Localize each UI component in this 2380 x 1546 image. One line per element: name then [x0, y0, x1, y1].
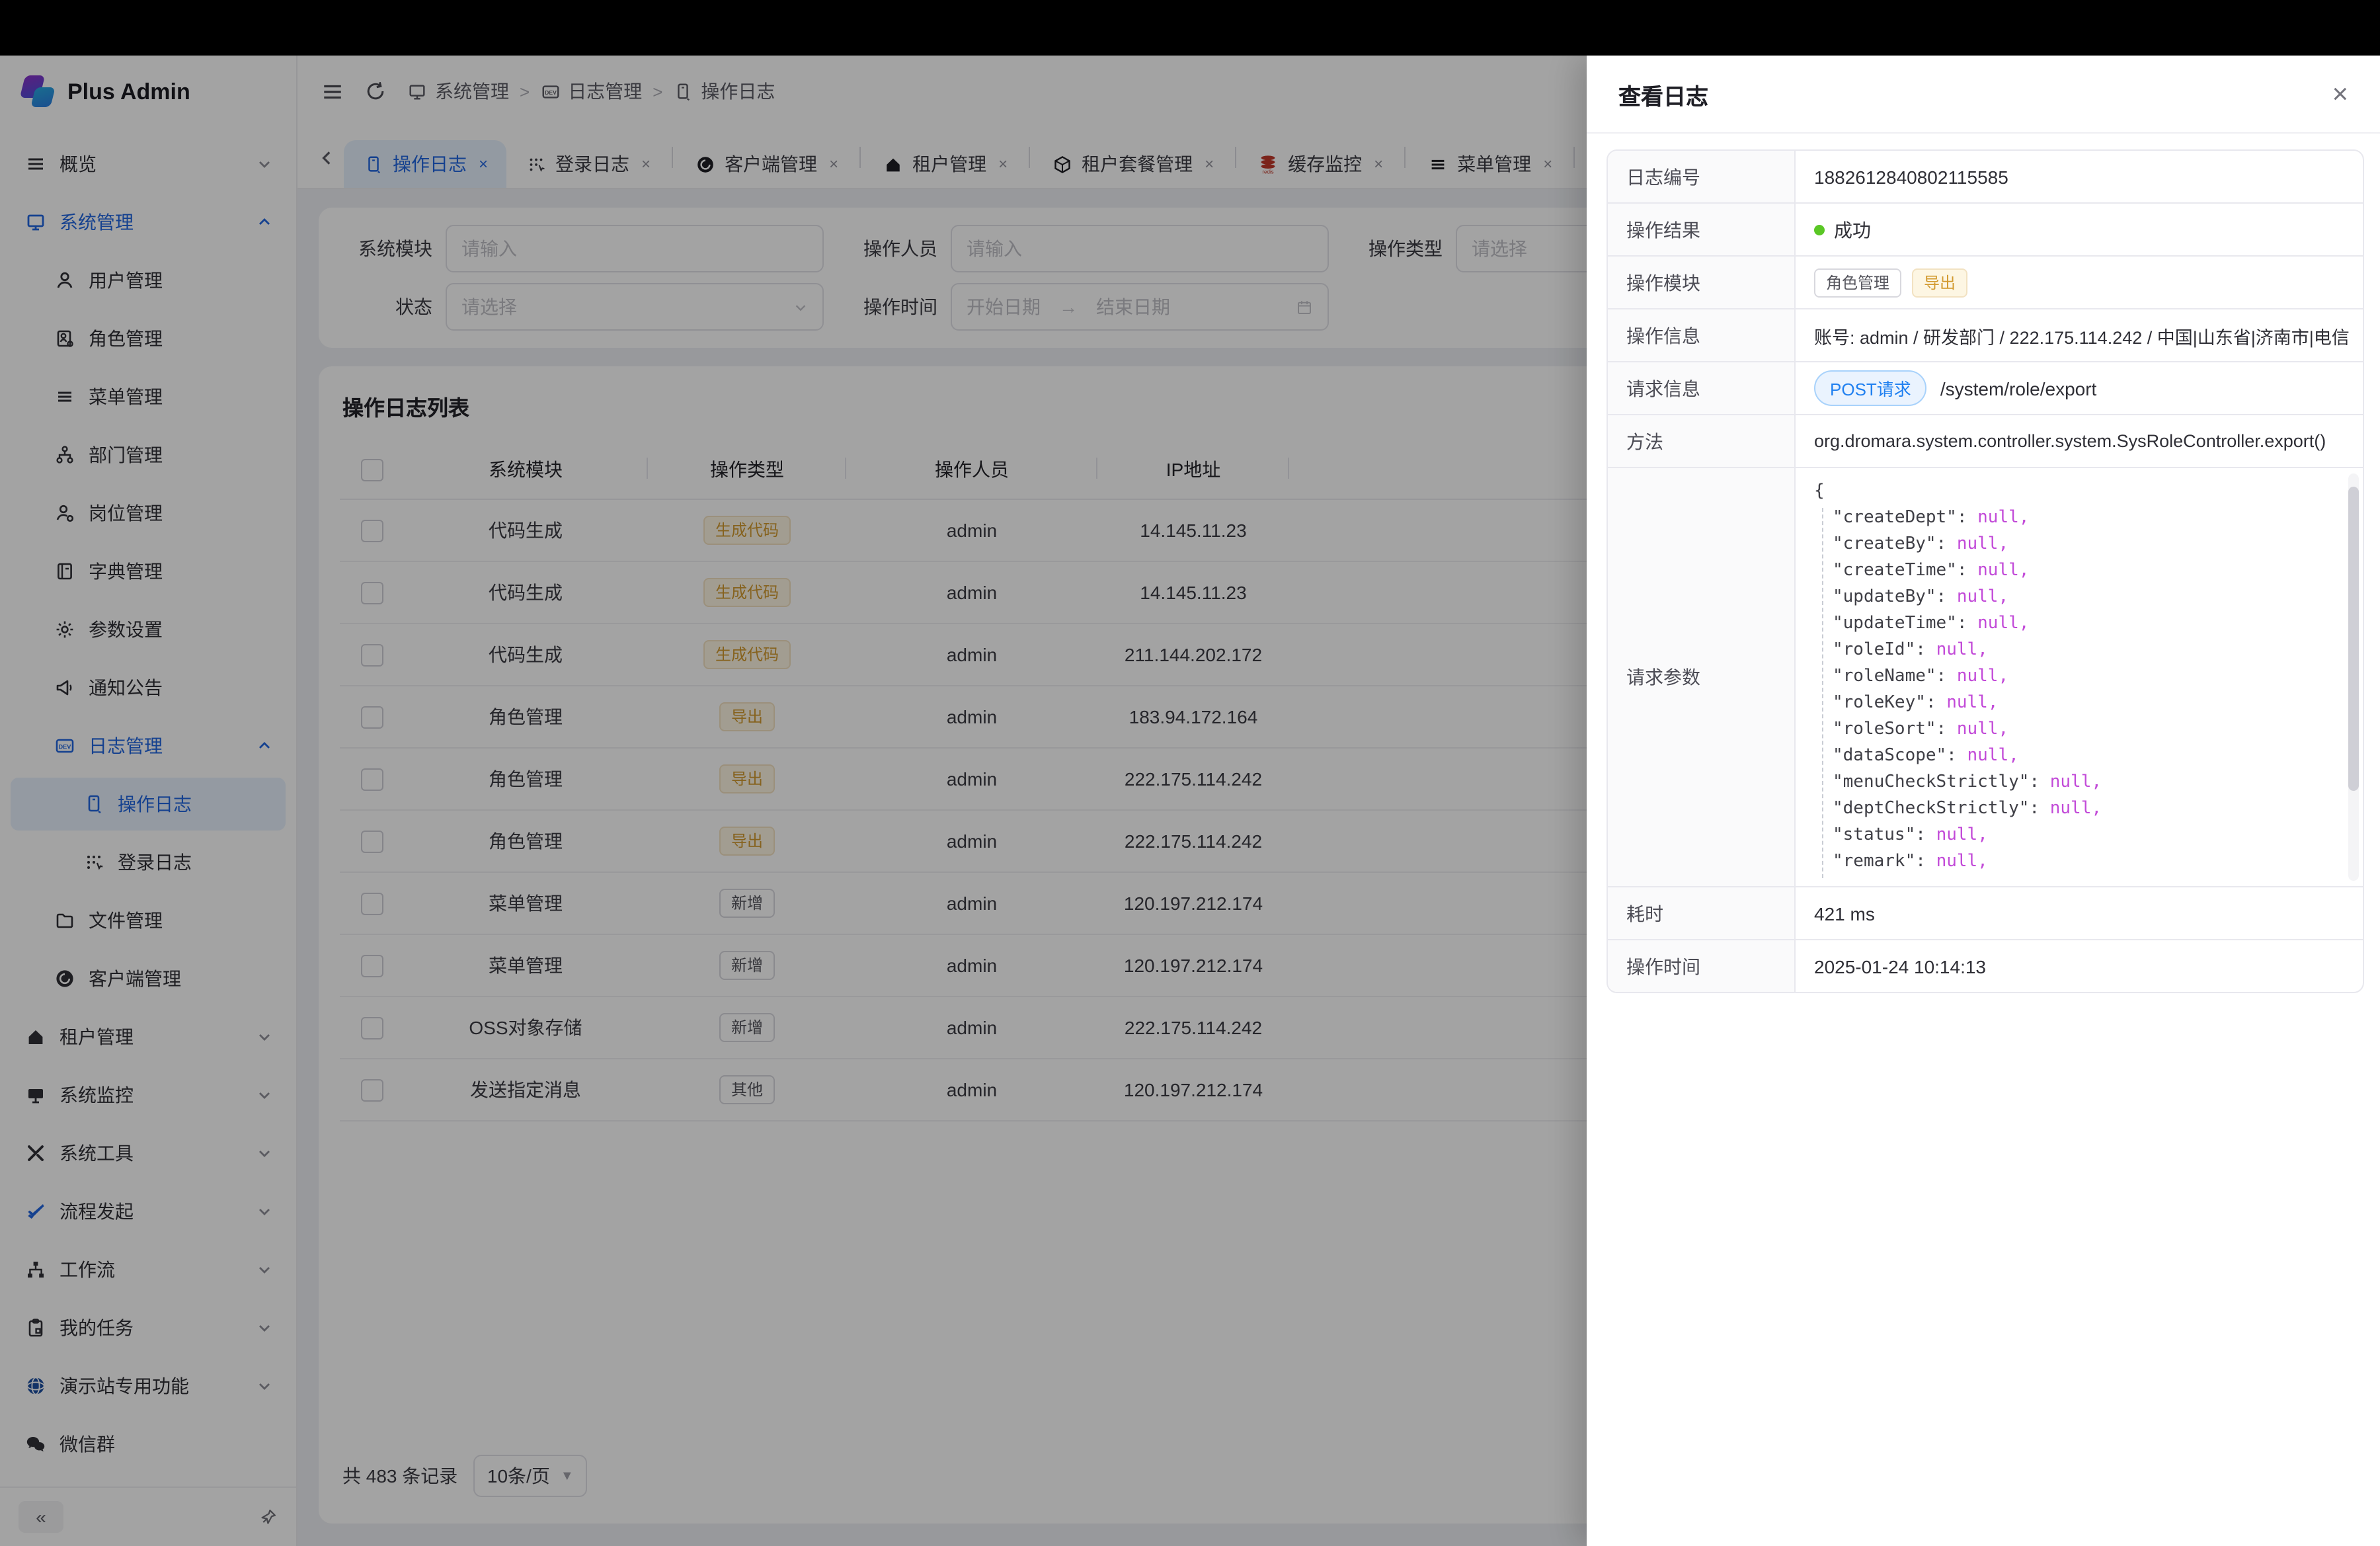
field-method: 方法 org.dromara.system.controller.system.… [1608, 414, 2363, 467]
screen: Plus Admin 概览 系统管理 用户管理 [0, 0, 2380, 1546]
indent-guide [1822, 508, 1823, 878]
drawer-header: 查看日志 × [1587, 56, 2380, 134]
field-duration: 耗时 421 ms [1608, 886, 2363, 939]
field-request: 请求信息 POST请求 /system/role/export [1608, 361, 2363, 414]
module-tag: 角色管理 [1814, 268, 1901, 297]
log-detail-table: 日志编号 1882612840802115585 操作结果 成功 操作模块 角色… [1606, 149, 2364, 993]
view-log-drawer: 查看日志 × 日志编号 1882612840802115585 操作结果 成功 … [1587, 56, 2380, 1546]
scrollbar-thumb[interactable] [2348, 487, 2359, 791]
action-tag: 导出 [1912, 268, 1967, 297]
drawer-body: 日志编号 1882612840802115585 操作结果 成功 操作模块 角色… [1587, 134, 2380, 993]
success-dot [1814, 224, 1825, 235]
top-black-bar [0, 0, 2380, 56]
field-log-id: 日志编号 1882612840802115585 [1608, 151, 2363, 202]
close-icon[interactable]: × [2332, 80, 2348, 108]
request-params-json[interactable]: { "createDept": null, "createBy": null, … [1796, 468, 2363, 886]
field-info: 操作信息 账号: admin / 研发部门 / 222.175.114.242 … [1608, 308, 2363, 361]
field-params: 请求参数 { "createDept": null, "createBy": n… [1608, 467, 2363, 886]
drawer-title: 查看日志 [1618, 77, 1708, 110]
field-time: 操作时间 2025-01-24 10:14:13 [1608, 939, 2363, 992]
field-result: 操作结果 成功 [1608, 202, 2363, 255]
field-module: 操作模块 角色管理 导出 [1608, 255, 2363, 308]
request-path: /system/role/export [1940, 378, 2097, 399]
post-method-tag: POST请求 [1814, 370, 1927, 406]
